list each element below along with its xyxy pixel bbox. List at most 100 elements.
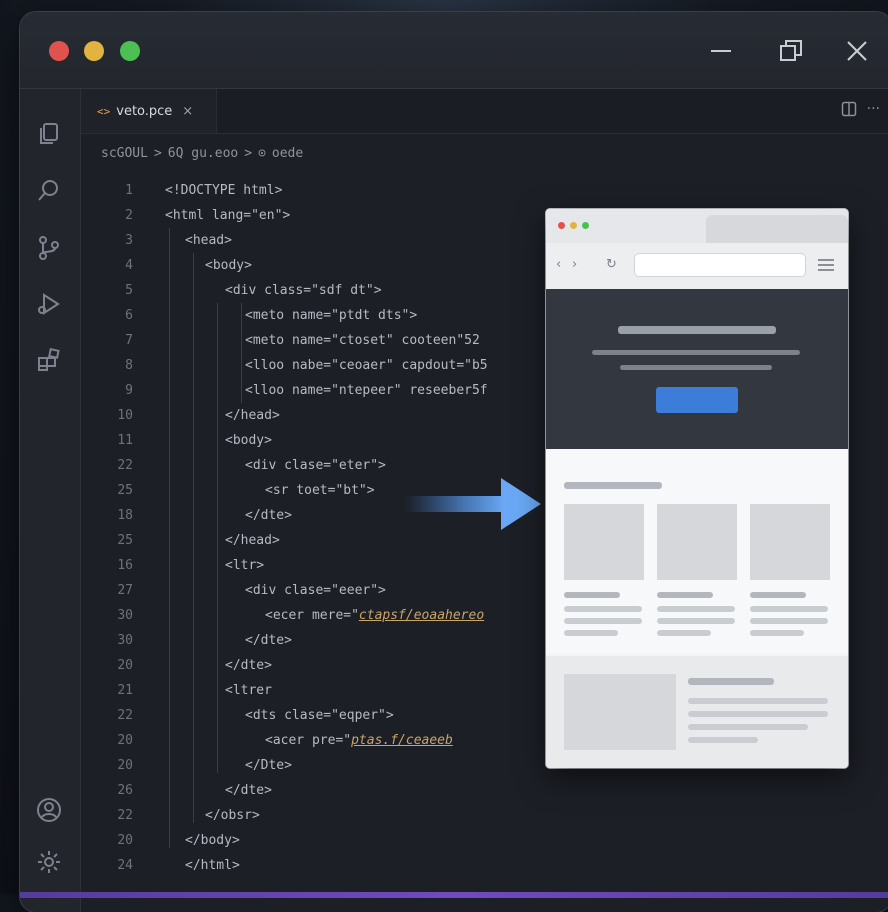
code-line[interactable]: 30 </dte> bbox=[81, 628, 581, 653]
line-number: 27 bbox=[117, 583, 133, 598]
line-number: 8 bbox=[125, 358, 133, 373]
feature-section bbox=[546, 656, 848, 768]
code-link[interactable]: ptas.f/ceaeeb bbox=[351, 733, 453, 748]
content-section bbox=[546, 449, 848, 654]
run-debug-icon[interactable] bbox=[34, 289, 64, 319]
code-token: <ecer mere=" bbox=[265, 608, 359, 623]
code-token: <lloo nabe="ceoaer" capdout="b5 bbox=[245, 358, 488, 373]
code-line[interactable]: 5 <div class="sdf dt"> bbox=[81, 278, 581, 303]
account-icon[interactable] bbox=[34, 795, 64, 825]
close-traffic-light[interactable] bbox=[49, 41, 69, 61]
card-text-placeholder bbox=[750, 606, 828, 612]
code-line[interactable]: 20 </Dte> bbox=[81, 753, 581, 778]
forward-icon[interactable]: › bbox=[572, 257, 577, 272]
code-line[interactable]: 6 <meto name="ptdt dts"> bbox=[81, 303, 581, 328]
code-text: </dte> bbox=[245, 628, 292, 653]
source-control-icon[interactable] bbox=[34, 233, 64, 263]
breadcrumb: scGOUL > 6Q gu.eoo > ⊙ oede bbox=[101, 141, 303, 165]
code-line[interactable]: 22 <dts clase="eqper"> bbox=[81, 703, 581, 728]
browser-zoom-dot[interactable] bbox=[582, 222, 589, 229]
code-line[interactable]: 2 <html lang="en"> bbox=[81, 203, 581, 228]
browser-tab-bar bbox=[546, 209, 848, 243]
code-line[interactable]: 7 <meto name="ctoset" cooteen"52 bbox=[81, 328, 581, 353]
code-line[interactable]: 16 <ltr> bbox=[81, 553, 581, 578]
code-text: <html lang="en"> bbox=[165, 203, 290, 228]
code-text: <dts clase="eqper"> bbox=[245, 703, 394, 728]
line-number: 11 bbox=[117, 433, 133, 448]
extensions-icon[interactable] bbox=[34, 345, 64, 375]
breadcrumb-item[interactable]: scGOUL bbox=[101, 146, 148, 161]
code-text: <body> bbox=[225, 428, 272, 453]
line-number: 20 bbox=[117, 658, 133, 673]
breadcrumb-item[interactable]: 6Q gu.eoo bbox=[168, 146, 238, 161]
code-line[interactable]: 20 <acer pre="ptas.f/ceaeeb bbox=[81, 728, 581, 753]
tab-bar: <> veto.pce × ··· bbox=[81, 89, 888, 134]
back-icon[interactable]: ‹ bbox=[556, 257, 561, 272]
feature-image-placeholder bbox=[564, 674, 676, 750]
line-number: 22 bbox=[117, 808, 133, 823]
line-number: 18 bbox=[117, 508, 133, 523]
code-line[interactable]: 21 <ltrer bbox=[81, 678, 581, 703]
code-line[interactable]: 20 </dte> bbox=[81, 653, 581, 678]
restore-icon[interactable] bbox=[774, 34, 808, 68]
line-number: 3 bbox=[125, 233, 133, 248]
files-icon[interactable] bbox=[34, 119, 64, 149]
line-number: 6 bbox=[125, 308, 133, 323]
code-text: <!DOCTYPE html> bbox=[165, 178, 282, 203]
settings-icon[interactable] bbox=[34, 847, 64, 877]
browser-minimize-dot[interactable] bbox=[570, 222, 577, 229]
address-bar[interactable] bbox=[634, 253, 806, 277]
tab-file[interactable]: <> veto.pce × bbox=[81, 89, 217, 133]
breadcrumb-separator: > bbox=[153, 145, 162, 161]
menu-icon[interactable] bbox=[818, 259, 834, 271]
code-text: </dte> bbox=[225, 778, 272, 803]
browser-toolbar: ‹ › ↻ bbox=[546, 243, 848, 290]
code-text: <div clase="eter"> bbox=[245, 453, 386, 478]
code-line[interactable]: 20 </body> bbox=[81, 828, 581, 853]
code-text: <body> bbox=[205, 253, 252, 278]
minimize-icon[interactable] bbox=[704, 34, 738, 68]
minimize-traffic-light[interactable] bbox=[84, 41, 104, 61]
line-number: 26 bbox=[117, 783, 133, 798]
code-line[interactable]: 1 <!DOCTYPE html> bbox=[81, 178, 581, 203]
tab-close-icon[interactable]: × bbox=[182, 104, 193, 119]
code-token: <html lang="en"> bbox=[165, 208, 291, 223]
code-text: </body> bbox=[185, 828, 240, 853]
code-text: <acer pre="ptas.f/ceaeeb bbox=[265, 728, 453, 753]
more-actions-icon[interactable]: ··· bbox=[867, 101, 880, 121]
code-line[interactable]: 4 <body> bbox=[81, 253, 581, 278]
card-text-placeholder bbox=[564, 618, 642, 624]
code-token: </obsr> bbox=[205, 808, 260, 823]
code-token: <sr toet="bt"> bbox=[265, 483, 375, 498]
code-line[interactable]: 3 <head> bbox=[81, 228, 581, 253]
code-text: </dte> bbox=[225, 653, 272, 678]
split-editor-icon[interactable] bbox=[841, 101, 857, 121]
code-token: </dte> bbox=[245, 508, 292, 523]
card-text-placeholder bbox=[564, 606, 642, 612]
hero-cta-button[interactable] bbox=[656, 387, 738, 413]
code-line[interactable]: 30 <ecer mere="ctapsf/eoaahereo bbox=[81, 603, 581, 628]
code-link[interactable]: ctapsf/eoaahereo bbox=[359, 608, 484, 623]
code-line[interactable]: 26 </dte> bbox=[81, 778, 581, 803]
code-line[interactable]: 9 <lloo name="ntepeer" reseeber5f bbox=[81, 378, 581, 403]
line-number: 20 bbox=[117, 758, 133, 773]
code-line[interactable]: 27 <div clase="eeer"> bbox=[81, 578, 581, 603]
breadcrumb-item[interactable]: oede bbox=[272, 146, 303, 161]
code-text: </html> bbox=[185, 853, 240, 878]
close-icon[interactable] bbox=[840, 34, 874, 68]
code-line[interactable]: 8 <lloo nabe="ceoaer" capdout="b5 bbox=[81, 353, 581, 378]
code-token: <body> bbox=[225, 433, 272, 448]
zoom-traffic-light[interactable] bbox=[120, 41, 140, 61]
code-line[interactable]: 11 <body> bbox=[81, 428, 581, 453]
search-icon[interactable] bbox=[34, 175, 64, 205]
code-line[interactable]: 10 </head> bbox=[81, 403, 581, 428]
code-token: <acer pre=" bbox=[265, 733, 352, 748]
browser-close-dot[interactable] bbox=[558, 222, 565, 229]
line-number: 16 bbox=[117, 558, 133, 573]
tab-label: veto.pce bbox=[116, 103, 173, 119]
browser-tab[interactable] bbox=[706, 215, 848, 243]
reload-icon[interactable]: ↻ bbox=[606, 257, 617, 272]
code-line[interactable]: 22 </obsr> bbox=[81, 803, 581, 828]
code-line[interactable]: 24 </html> bbox=[81, 853, 581, 878]
code-text: <meto name="ctoset" cooteen"52 bbox=[245, 328, 480, 353]
